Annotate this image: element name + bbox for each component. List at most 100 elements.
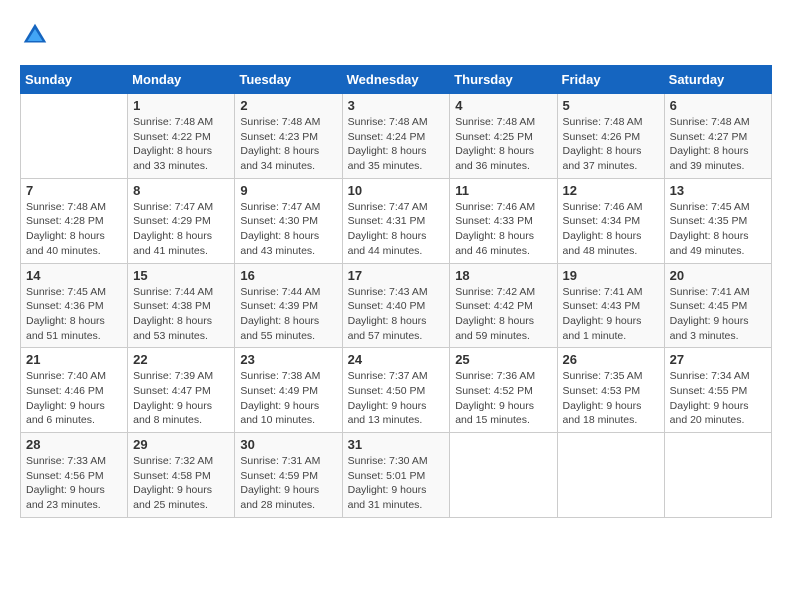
calendar-cell: 31Sunrise: 7:30 AM Sunset: 5:01 PM Dayli… <box>342 433 450 518</box>
calendar-cell: 13Sunrise: 7:45 AM Sunset: 4:35 PM Dayli… <box>664 178 771 263</box>
day-detail: Sunrise: 7:33 AM Sunset: 4:56 PM Dayligh… <box>26 454 122 513</box>
day-detail: Sunrise: 7:48 AM Sunset: 4:26 PM Dayligh… <box>563 115 659 174</box>
calendar-cell: 10 Sunrise: 7:47 AM Sunset: 4:31 PM Dayli… <box>342 178 450 263</box>
weekday-header-saturday: Saturday <box>664 66 771 94</box>
calendar-cell: 20 Sunrise: 7:41 AM Sunset: 4:45 PM Dayli… <box>664 263 771 348</box>
day-detail: Sunrise: 7:37 AM Sunset: 4:50 PM Dayligh… <box>348 369 445 428</box>
calendar-cell: 9 Sunrise: 7:47 AM Sunset: 4:30 PM Daylig… <box>235 178 342 263</box>
day-detail: Sunrise: 7:42 AM Sunset: 4:42 PM Dayligh… <box>455 285 551 344</box>
day-number: 3 <box>348 98 445 113</box>
calendar-cell: 30Sunrise: 7:31 AM Sunset: 4:59 PM Dayli… <box>235 433 342 518</box>
calendar-cell: 7 Sunrise: 7:48 AM Sunset: 4:28 PM Daylig… <box>21 178 128 263</box>
day-number: 28 <box>26 437 122 452</box>
day-number: 23 <box>240 352 336 367</box>
calendar-cell: 26 Sunrise: 7:35 AM Sunset: 4:53 PM Dayli… <box>557 348 664 433</box>
calendar-cell: 27Sunrise: 7:34 AM Sunset: 4:55 PM Dayli… <box>664 348 771 433</box>
day-detail: Sunrise: 7:40 AM Sunset: 4:46 PM Dayligh… <box>26 369 122 428</box>
day-number: 14 <box>26 268 122 283</box>
day-number: 7 <box>26 183 122 198</box>
day-detail: Sunrise: 7:43 AM Sunset: 4:40 PM Dayligh… <box>348 285 445 344</box>
calendar-cell: 12 Sunrise: 7:46 AM Sunset: 4:34 PM Dayli… <box>557 178 664 263</box>
day-number: 31 <box>348 437 445 452</box>
day-detail: Sunrise: 7:47 AM Sunset: 4:31 PM Dayligh… <box>348 200 445 259</box>
calendar-cell: 11 Sunrise: 7:46 AM Sunset: 4:33 PM Dayli… <box>450 178 557 263</box>
day-number: 17 <box>348 268 445 283</box>
day-number: 8 <box>133 183 229 198</box>
calendar-cell <box>450 433 557 518</box>
calendar-cell: 23 Sunrise: 7:38 AM Sunset: 4:49 PM Dayli… <box>235 348 342 433</box>
calendar-header-row: SundayMondayTuesdayWednesdayThursdayFrid… <box>21 66 772 94</box>
day-detail: Sunrise: 7:44 AM Sunset: 4:39 PM Dayligh… <box>240 285 336 344</box>
day-detail: Sunrise: 7:45 AM Sunset: 4:36 PM Dayligh… <box>26 285 122 344</box>
calendar-cell: 3 Sunrise: 7:48 AM Sunset: 4:24 PM Daylig… <box>342 94 450 179</box>
calendar-week-5: 28 Sunrise: 7:33 AM Sunset: 4:56 PM Dayli… <box>21 433 772 518</box>
day-number: 11 <box>455 183 551 198</box>
day-number: 6 <box>670 98 766 113</box>
day-detail: Sunrise: 7:48 AM Sunset: 4:25 PM Dayligh… <box>455 115 551 174</box>
calendar-cell: 24Sunrise: 7:37 AM Sunset: 4:50 PM Dayli… <box>342 348 450 433</box>
day-detail: Sunrise: 7:44 AM Sunset: 4:38 PM Dayligh… <box>133 285 229 344</box>
calendar-cell: 21 Sunrise: 7:40 AM Sunset: 4:46 PM Dayli… <box>21 348 128 433</box>
day-number: 5 <box>563 98 659 113</box>
day-number: 27 <box>670 352 766 367</box>
day-number: 22 <box>133 352 229 367</box>
calendar-week-2: 7 Sunrise: 7:48 AM Sunset: 4:28 PM Daylig… <box>21 178 772 263</box>
calendar-cell: 2 Sunrise: 7:48 AM Sunset: 4:23 PM Daylig… <box>235 94 342 179</box>
calendar-cell: 22 Sunrise: 7:39 AM Sunset: 4:47 PM Dayli… <box>128 348 235 433</box>
calendar-cell: 17 Sunrise: 7:43 AM Sunset: 4:40 PM Dayli… <box>342 263 450 348</box>
day-detail: Sunrise: 7:41 AM Sunset: 4:45 PM Dayligh… <box>670 285 766 344</box>
page-header <box>20 20 772 50</box>
weekday-header-friday: Friday <box>557 66 664 94</box>
day-number: 26 <box>563 352 659 367</box>
day-number: 10 <box>348 183 445 198</box>
calendar-cell: 8Sunrise: 7:47 AM Sunset: 4:29 PM Daylig… <box>128 178 235 263</box>
calendar-cell <box>664 433 771 518</box>
weekday-header-thursday: Thursday <box>450 66 557 94</box>
weekday-header-sunday: Sunday <box>21 66 128 94</box>
day-detail: Sunrise: 7:35 AM Sunset: 4:53 PM Dayligh… <box>563 369 659 428</box>
day-number: 15 <box>133 268 229 283</box>
calendar-cell: 4 Sunrise: 7:48 AM Sunset: 4:25 PM Daylig… <box>450 94 557 179</box>
day-number: 2 <box>240 98 336 113</box>
day-number: 4 <box>455 98 551 113</box>
day-detail: Sunrise: 7:48 AM Sunset: 4:23 PM Dayligh… <box>240 115 336 174</box>
day-detail: Sunrise: 7:41 AM Sunset: 4:43 PM Dayligh… <box>563 285 659 344</box>
day-number: 19 <box>563 268 659 283</box>
calendar: SundayMondayTuesdayWednesdayThursdayFrid… <box>20 65 772 518</box>
calendar-cell: 19 Sunrise: 7:41 AM Sunset: 4:43 PM Dayli… <box>557 263 664 348</box>
day-number: 18 <box>455 268 551 283</box>
calendar-week-3: 14 Sunrise: 7:45 AM Sunset: 4:36 PM Dayli… <box>21 263 772 348</box>
weekday-header-tuesday: Tuesday <box>235 66 342 94</box>
day-detail: Sunrise: 7:48 AM Sunset: 4:27 PM Dayligh… <box>670 115 766 174</box>
calendar-cell: 6 Sunrise: 7:48 AM Sunset: 4:27 PM Daylig… <box>664 94 771 179</box>
day-number: 12 <box>563 183 659 198</box>
day-number: 1 <box>133 98 229 113</box>
day-detail: Sunrise: 7:47 AM Sunset: 4:30 PM Dayligh… <box>240 200 336 259</box>
day-detail: Sunrise: 7:38 AM Sunset: 4:49 PM Dayligh… <box>240 369 336 428</box>
day-detail: Sunrise: 7:36 AM Sunset: 4:52 PM Dayligh… <box>455 369 551 428</box>
day-detail: Sunrise: 7:46 AM Sunset: 4:33 PM Dayligh… <box>455 200 551 259</box>
day-number: 16 <box>240 268 336 283</box>
calendar-body: 1Sunrise: 7:48 AM Sunset: 4:22 PM Daylig… <box>21 94 772 518</box>
day-number: 9 <box>240 183 336 198</box>
weekday-header-wednesday: Wednesday <box>342 66 450 94</box>
calendar-cell: 25Sunrise: 7:36 AM Sunset: 4:52 PM Dayli… <box>450 348 557 433</box>
calendar-cell: 14 Sunrise: 7:45 AM Sunset: 4:36 PM Dayli… <box>21 263 128 348</box>
weekday-header-monday: Monday <box>128 66 235 94</box>
day-detail: Sunrise: 7:48 AM Sunset: 4:28 PM Dayligh… <box>26 200 122 259</box>
calendar-cell: 18 Sunrise: 7:42 AM Sunset: 4:42 PM Dayli… <box>450 263 557 348</box>
day-number: 20 <box>670 268 766 283</box>
calendar-cell <box>21 94 128 179</box>
day-detail: Sunrise: 7:46 AM Sunset: 4:34 PM Dayligh… <box>563 200 659 259</box>
calendar-cell: 29Sunrise: 7:32 AM Sunset: 4:58 PM Dayli… <box>128 433 235 518</box>
calendar-cell: 28 Sunrise: 7:33 AM Sunset: 4:56 PM Dayli… <box>21 433 128 518</box>
day-number: 13 <box>670 183 766 198</box>
calendar-cell: 5 Sunrise: 7:48 AM Sunset: 4:26 PM Daylig… <box>557 94 664 179</box>
day-detail: Sunrise: 7:31 AM Sunset: 4:59 PM Dayligh… <box>240 454 336 513</box>
calendar-cell: 1Sunrise: 7:48 AM Sunset: 4:22 PM Daylig… <box>128 94 235 179</box>
calendar-cell: 16 Sunrise: 7:44 AM Sunset: 4:39 PM Dayli… <box>235 263 342 348</box>
day-number: 29 <box>133 437 229 452</box>
day-detail: Sunrise: 7:48 AM Sunset: 4:24 PM Dayligh… <box>348 115 445 174</box>
day-detail: Sunrise: 7:39 AM Sunset: 4:47 PM Dayligh… <box>133 369 229 428</box>
day-number: 21 <box>26 352 122 367</box>
